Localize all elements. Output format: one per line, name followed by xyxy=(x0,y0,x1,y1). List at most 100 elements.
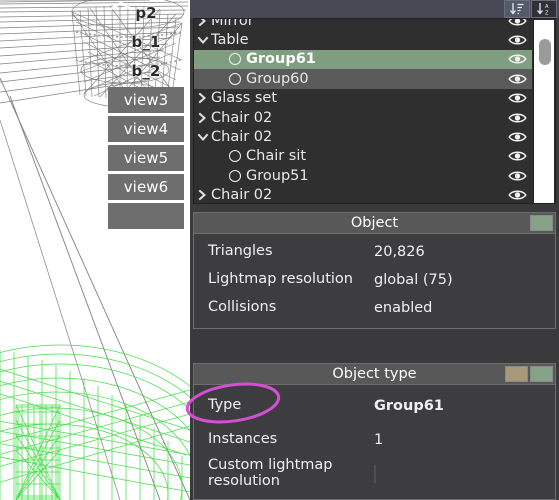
object-type-group-header[interactable]: Object type xyxy=(193,363,556,385)
custom-lightmap-resolution-input[interactable] xyxy=(374,465,376,483)
tree-row-label: Chair 02 xyxy=(211,129,273,146)
visibility-eye-icon[interactable] xyxy=(508,111,527,124)
visibility-eye-icon[interactable] xyxy=(508,131,527,144)
property-value: enabled xyxy=(374,300,433,316)
sort-by-order-button[interactable] xyxy=(504,0,530,18)
chevron-right-icon[interactable] xyxy=(194,112,211,124)
tree-toolbar: A Z xyxy=(190,0,559,18)
property-label: Instances xyxy=(208,431,278,448)
viewport-button-view3-label: view3 xyxy=(123,91,169,109)
viewport-collapse-button[interactable] xyxy=(108,1,184,229)
tree-row-label: Chair sit xyxy=(246,148,307,165)
property-row: Collisions enabled xyxy=(194,294,555,322)
app-root: p2 b_1 b_2 view3 view4 view5 view6 A Z M… xyxy=(0,0,559,500)
node-circle-icon xyxy=(229,72,241,85)
visibility-eye-icon[interactable] xyxy=(508,169,527,182)
tree-row[interactable]: Group51 xyxy=(194,166,532,185)
tree-row-label: Chair 02 xyxy=(211,187,273,204)
property-label: Triangles xyxy=(208,243,273,260)
viewport-button-b-2[interactable]: b_2 xyxy=(108,58,184,84)
property-value: global (75) xyxy=(374,272,453,288)
viewport-button-view3[interactable]: view3 xyxy=(108,87,184,113)
viewport-button-b-1-label: b_1 xyxy=(131,33,161,51)
visibility-eye-icon[interactable] xyxy=(508,53,527,66)
object-type-group-body: Type Group61 Instances 1 Custom lightmap… xyxy=(193,385,556,500)
scene-tree[interactable]: Mirror Table Group61 Group60 Glass set Chair … xyxy=(193,18,556,204)
tree-row-label: Group51 xyxy=(246,167,309,184)
object-color-swatch[interactable] xyxy=(530,215,553,231)
object-group: Object Triangles 20,826 Lightmap resolut… xyxy=(193,212,556,329)
viewport-button-view4[interactable]: view4 xyxy=(108,116,184,142)
3d-viewport[interactable]: p2 b_1 b_2 view3 view4 view5 view6 xyxy=(0,0,190,500)
object-group-body: Triangles 20,826 Lightmap resolution glo… xyxy=(193,234,556,329)
sort-by-order-icon xyxy=(509,2,525,16)
object-group-title: Object xyxy=(350,215,399,231)
viewport-button-view5-label: view5 xyxy=(123,149,169,167)
chevron-right-icon[interactable] xyxy=(194,19,211,27)
object-group-header[interactable]: Object xyxy=(193,212,556,234)
sort-alphabetically-icon: A Z xyxy=(536,2,552,16)
sort-alphabetically-button[interactable]: A Z xyxy=(531,0,557,18)
tree-row[interactable]: Group60 xyxy=(194,69,532,89)
tree-row[interactable]: Glass set xyxy=(194,89,532,108)
properties-panel: A Z Mirror Table Group61 Group60 Glass set Ch… xyxy=(190,0,559,500)
chevron-down-icon[interactable] xyxy=(194,35,211,46)
visibility-eye-icon[interactable] xyxy=(508,92,527,105)
viewport-button-b-2-label: b_2 xyxy=(131,62,161,80)
tree-row[interactable]: Chair 02 xyxy=(194,108,532,127)
property-row-custom-lightmap: Custom lightmap resolution xyxy=(194,457,555,491)
property-label: Collisions xyxy=(208,299,277,316)
viewport-button-group: p2 b_1 b_2 view3 view4 view5 view6 xyxy=(108,0,184,229)
node-circle-icon xyxy=(229,169,241,182)
tree-row[interactable]: Chair sit xyxy=(194,147,532,166)
sort-button-group: A Z xyxy=(504,0,557,18)
tree-row[interactable]: Group61 xyxy=(194,49,532,70)
property-value: 1 xyxy=(374,432,384,448)
node-circle-icon xyxy=(229,150,241,163)
visibility-eye-icon[interactable] xyxy=(508,34,527,47)
object-type-group-title: Object type xyxy=(332,366,417,382)
property-value: 20,826 xyxy=(374,244,425,260)
visibility-eye-icon[interactable] xyxy=(508,19,527,27)
property-value: Group61 xyxy=(374,398,444,414)
property-label: Type xyxy=(208,397,242,414)
viewport-button-view6-label: view6 xyxy=(123,178,169,196)
scene-tree-rows: Mirror Table Group61 Group60 Glass set Chair … xyxy=(194,18,532,204)
tree-row-label: Chair 02 xyxy=(211,109,273,126)
tree-row[interactable]: Chair 02 xyxy=(194,127,532,146)
tree-row-label: Group61 xyxy=(246,51,316,68)
property-row: Triangles 20,826 xyxy=(194,238,555,266)
tree-row-label: Glass set xyxy=(211,90,278,107)
tree-row[interactable]: Table xyxy=(194,30,532,49)
object-type-color-swatch[interactable] xyxy=(530,366,553,382)
viewport-button-b-1[interactable]: b_1 xyxy=(108,29,184,55)
scene-tree-scrollbar[interactable] xyxy=(533,20,554,203)
tree-row[interactable]: Chair 02 xyxy=(194,186,532,204)
property-label: Lightmap resolution xyxy=(208,271,353,288)
property-row: Lightmap resolution global (75) xyxy=(194,266,555,294)
tree-row-label: Table xyxy=(211,32,249,49)
viewport-button-view4-label: view4 xyxy=(123,120,169,138)
viewport-button-view5[interactable]: view5 xyxy=(108,145,184,171)
svg-text:Z: Z xyxy=(545,10,549,16)
visibility-eye-icon[interactable] xyxy=(508,189,527,202)
tree-row-label: Group60 xyxy=(246,70,309,87)
property-row-instances: Instances 1 xyxy=(194,423,555,457)
scene-tree-scrollbar-thumb[interactable] xyxy=(539,39,551,65)
property-row-type: Type Group61 xyxy=(194,389,555,423)
chevron-right-icon[interactable] xyxy=(194,92,211,104)
node-circle-icon xyxy=(229,53,241,66)
object-type-group: Object type Type Group61 Instances 1 Cus… xyxy=(193,363,556,500)
object-type-material-swatch[interactable] xyxy=(505,366,528,382)
svg-text:A: A xyxy=(545,4,549,10)
tree-row[interactable]: Mirror xyxy=(194,18,532,30)
object-group-swatches xyxy=(530,215,553,231)
visibility-eye-icon[interactable] xyxy=(508,150,527,163)
chevron-down-icon[interactable] xyxy=(194,132,211,143)
object-type-group-swatches xyxy=(505,366,553,382)
tree-row-label: Mirror xyxy=(211,18,254,29)
viewport-button-view6[interactable]: view6 xyxy=(108,174,184,200)
chevron-right-icon[interactable] xyxy=(194,189,211,201)
viewport-button-p2-label: p2 xyxy=(135,4,157,22)
visibility-eye-icon[interactable] xyxy=(508,72,527,85)
